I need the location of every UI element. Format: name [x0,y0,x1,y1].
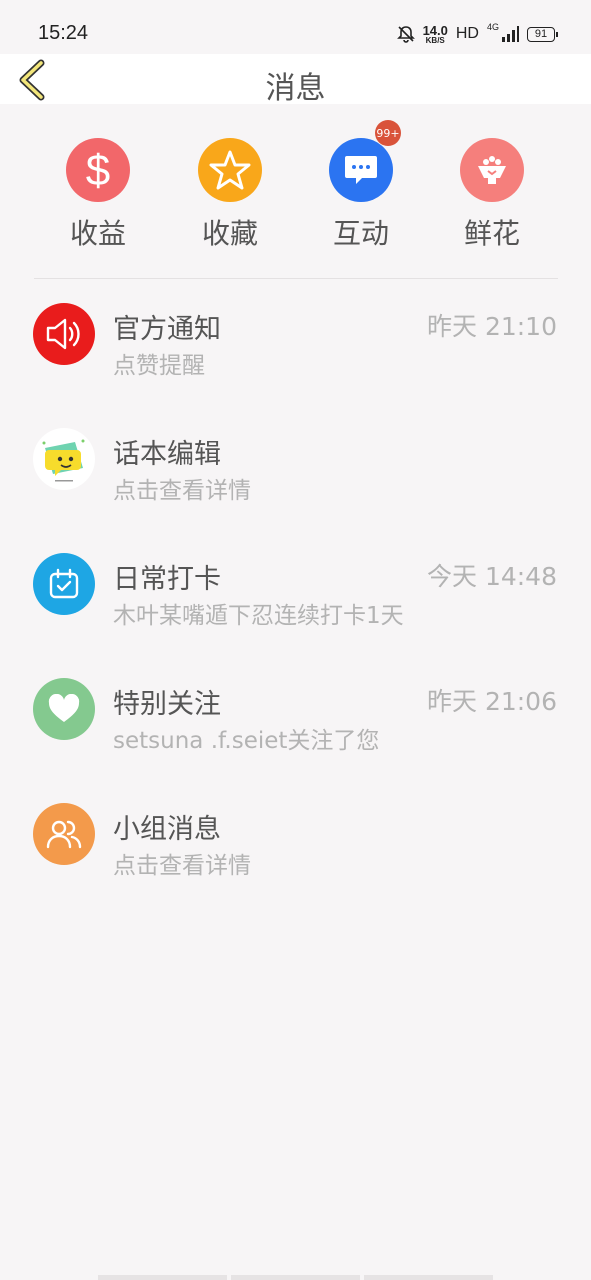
message-time: 昨天 21:06 [427,687,557,716]
quick-item-flowers[interactable]: 鲜花 [442,138,542,252]
editor-avatar-icon [33,428,95,490]
status-time: 15:24 [38,22,89,44]
message-subtitle: 点击查看详情 [113,478,251,504]
status-icons: 14.0 KB/S HD 4G 91 [396,20,558,48]
message-title: 官方通知 [113,314,221,345]
dollar-icon: $ [66,138,130,202]
quick-label: 互动 [332,217,389,250]
message-title: 话本编辑 [113,439,221,470]
quick-actions: $ 收益 收藏 99+ 互动 鲜花 [0,104,591,278]
message-list: 官方通知 点赞提醒 昨天 21:10 话本编辑 点击查看详情 日常打卡 木叶某嘴… [0,279,591,904]
message-subtitle: setsuna .f.seiet关注了您 [113,728,380,754]
nav-bar: 消息 [0,54,591,106]
signal-icon [502,26,519,42]
network-speed: 14.0 KB/S [422,22,448,45]
flower-bowl-icon [460,138,524,202]
list-item[interactable]: 小组消息 点击查看详情 [0,779,591,904]
message-subtitle: 点击查看详情 [113,853,251,879]
battery-icon: 91 [527,26,558,42]
quick-item-earnings[interactable]: $ 收益 [48,138,148,252]
message-title: 特别关注 [113,689,221,720]
svg-text:$: $ [86,147,110,193]
heart-icon [33,678,95,740]
message-title: 小组消息 [113,814,221,845]
list-item[interactable]: 官方通知 点赞提醒 昨天 21:10 [0,279,591,404]
message-title: 日常打卡 [113,564,221,595]
quick-label: 收益 [69,217,126,250]
quick-item-favorites[interactable]: 收藏 [180,138,280,252]
message-time: 昨天 21:10 [427,312,557,341]
page-title: 消息 [265,71,326,106]
message-subtitle: 木叶某嘴遁下忍连续打卡1天 [113,603,404,629]
quick-label: 收藏 [201,217,258,250]
star-icon [198,138,262,202]
unread-badge: 99+ [375,120,401,146]
mute-bell-icon [396,26,415,43]
list-item[interactable]: 日常打卡 木叶某嘴遁下忍连续打卡1天 今天 14:48 [0,529,591,654]
calendar-check-icon [33,553,95,615]
list-item[interactable]: 特别关注 setsuna .f.seiet关注了您 昨天 21:06 [0,654,591,779]
status-bar: 15:24 14.0 KB/S HD 4G 91 [0,0,591,54]
speaker-icon [33,303,95,365]
quick-item-interaction[interactable]: 99+ 互动 [311,120,411,252]
group-users-icon [33,803,95,865]
message-subtitle: 点赞提醒 [113,353,205,379]
quick-label: 鲜花 [463,217,520,250]
hd-indicator: HD [455,25,479,42]
home-indicator [98,1275,493,1280]
list-item[interactable]: 话本编辑 点击查看详情 [0,404,591,529]
chat-bubble-icon: 99+ [329,120,401,202]
network-type: 4G [486,22,499,32]
message-time: 今天 14:48 [427,562,557,591]
